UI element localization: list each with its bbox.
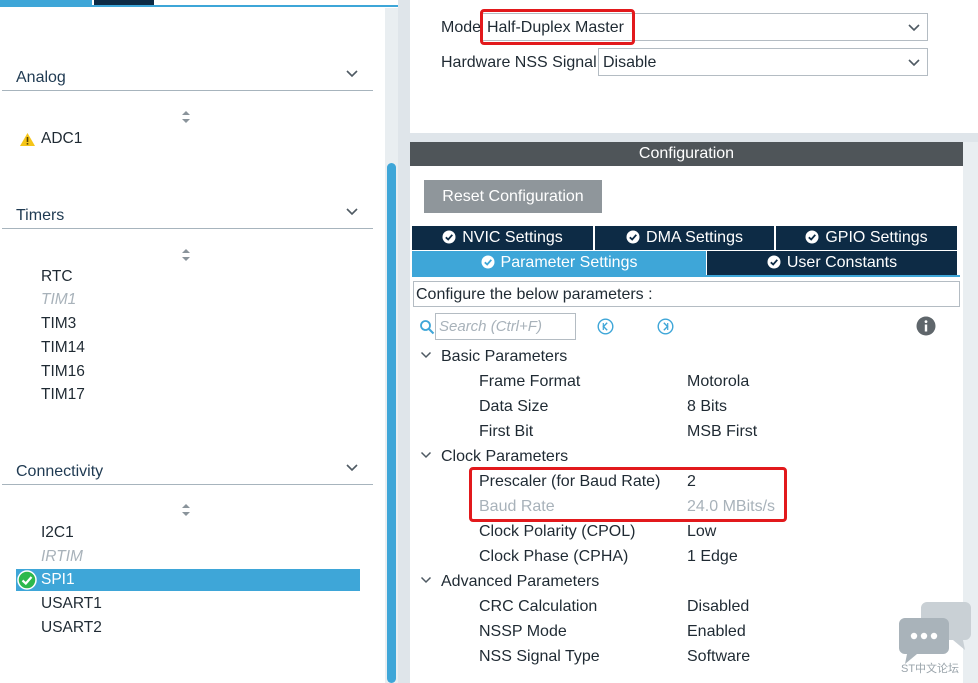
reset-configuration-button[interactable]: Reset Configuration: [424, 180, 602, 213]
param-name[interactable]: Clock Polarity (CPOL): [479, 523, 635, 541]
param-value[interactable]: 8 Bits: [687, 398, 727, 416]
param-name[interactable]: NSSP Mode: [479, 623, 567, 641]
component-tree-pane: Analog ADC1 Timers RTC TIM1 TIM3 TIM14 T…: [0, 0, 398, 683]
category-label: Connectivity: [16, 463, 104, 480]
category-connectivity[interactable]: Connectivity: [2, 461, 373, 485]
param-name[interactable]: CRC Calculation: [479, 598, 597, 616]
tab-gpio-settings[interactable]: GPIO Settings: [776, 226, 957, 250]
check-circle-icon: [626, 230, 640, 244]
list-item-i2c1[interactable]: I2C1: [41, 524, 74, 542]
pane-divider[interactable]: [398, 0, 410, 683]
list-item-usart2[interactable]: USART2: [41, 619, 102, 637]
sort-icon[interactable]: [180, 110, 192, 124]
previous-match-icon[interactable]: [597, 318, 614, 335]
list-item-label: SPI1: [41, 571, 75, 588]
watermark-label: ST中文论坛: [901, 663, 960, 675]
tab-label: Parameter Settings: [500, 254, 638, 271]
chevron-down-icon: [420, 576, 432, 584]
nss-select[interactable]: Disable: [598, 48, 928, 76]
tab-label: GPIO Settings: [825, 229, 928, 246]
next-match-icon[interactable]: [657, 318, 674, 335]
parameters-description: Configure the below parameters :: [413, 281, 960, 307]
param-name[interactable]: Data Size: [479, 398, 548, 416]
category-timers[interactable]: Timers: [2, 205, 373, 229]
configuration-pane: Mode Half-Duplex Master Hardware NSS Sig…: [410, 0, 978, 683]
tab-underline: [0, 5, 398, 7]
chevron-down-icon: [346, 208, 358, 216]
group-label: Basic Parameters: [441, 348, 568, 365]
tab-label: User Constants: [786, 254, 898, 271]
param-value[interactable]: MSB First: [687, 423, 757, 441]
search-icon: [420, 320, 435, 335]
chevron-down-icon: [346, 464, 358, 472]
check-circle-icon: [767, 255, 781, 269]
param-name[interactable]: First Bit: [479, 423, 533, 441]
mode-label: Mode: [441, 19, 482, 36]
check-circle-icon: [442, 230, 456, 244]
highlight-box-mode: [480, 9, 635, 45]
check-circle-icon: [805, 230, 819, 244]
list-item-tim1[interactable]: TIM1: [41, 291, 76, 309]
list-item-tim17[interactable]: TIM17: [41, 386, 85, 404]
info-icon[interactable]: [916, 316, 936, 336]
param-value[interactable]: Software: [687, 648, 750, 666]
group-label: Clock Parameters: [441, 448, 569, 465]
tab-user-constants[interactable]: User Constants: [707, 251, 957, 275]
tab-parameter-settings[interactable]: Parameter Settings: [412, 251, 706, 275]
nss-label: Hardware NSS Signal: [441, 54, 597, 71]
list-item-usart1[interactable]: USART1: [41, 595, 102, 613]
group-label: Advanced Parameters: [441, 573, 600, 590]
param-name[interactable]: Clock Phase (CPHA): [479, 548, 628, 566]
search-input[interactable]: [435, 313, 576, 340]
chevron-down-icon: [420, 351, 432, 359]
chevron-down-icon: [908, 24, 920, 32]
list-item-tim16[interactable]: TIM16: [41, 363, 85, 381]
param-value[interactable]: Disabled: [687, 598, 749, 616]
tabs-underline: [412, 275, 960, 277]
list-item-tim3[interactable]: TIM3: [41, 315, 76, 333]
category-analog[interactable]: Analog: [2, 67, 373, 91]
tab-label: DMA Settings: [646, 229, 743, 246]
chevron-down-icon: [346, 70, 358, 78]
list-item-irtim[interactable]: IRTIM: [41, 548, 83, 566]
section-separator: [410, 133, 978, 142]
chevron-down-icon: [908, 59, 920, 67]
tab-label: NVIC Settings: [462, 229, 563, 246]
scrollbar-thumb[interactable]: [387, 163, 396, 683]
group-clock-parameters[interactable]: Clock Parameters: [420, 448, 568, 466]
check-circle-icon: [481, 255, 495, 269]
param-value[interactable]: Low: [687, 523, 716, 541]
category-label: Timers: [16, 207, 65, 224]
param-value[interactable]: Enabled: [687, 623, 746, 641]
category-label: Analog: [16, 69, 66, 86]
sort-icon[interactable]: [180, 248, 192, 262]
list-item-rtc[interactable]: RTC: [41, 268, 73, 286]
highlight-box-baud: [469, 467, 787, 522]
param-value[interactable]: Motorola: [687, 373, 749, 391]
sort-icon[interactable]: [180, 503, 192, 517]
chevron-down-icon: [420, 451, 432, 459]
list-item-tim14[interactable]: TIM14: [41, 339, 85, 357]
group-advanced-parameters[interactable]: Advanced Parameters: [420, 573, 599, 591]
search-field[interactable]: [436, 314, 575, 339]
tab-nvic-settings[interactable]: NVIC Settings: [412, 226, 593, 250]
warning-icon: [20, 133, 35, 146]
configuration-header: Configuration: [410, 142, 963, 166]
param-name[interactable]: NSS Signal Type: [479, 648, 600, 666]
nss-select-value: Disable: [603, 54, 657, 71]
tab-dma-settings[interactable]: DMA Settings: [595, 226, 774, 250]
list-item-adc1[interactable]: ADC1: [41, 130, 82, 148]
list-item-spi1[interactable]: SPI1: [16, 569, 360, 591]
group-basic-parameters[interactable]: Basic Parameters: [420, 348, 567, 366]
param-name[interactable]: Frame Format: [479, 373, 580, 391]
param-value[interactable]: 1 Edge: [687, 548, 738, 566]
description-text: Configure the below parameters :: [416, 286, 653, 303]
check-circle-icon: [17, 570, 37, 590]
